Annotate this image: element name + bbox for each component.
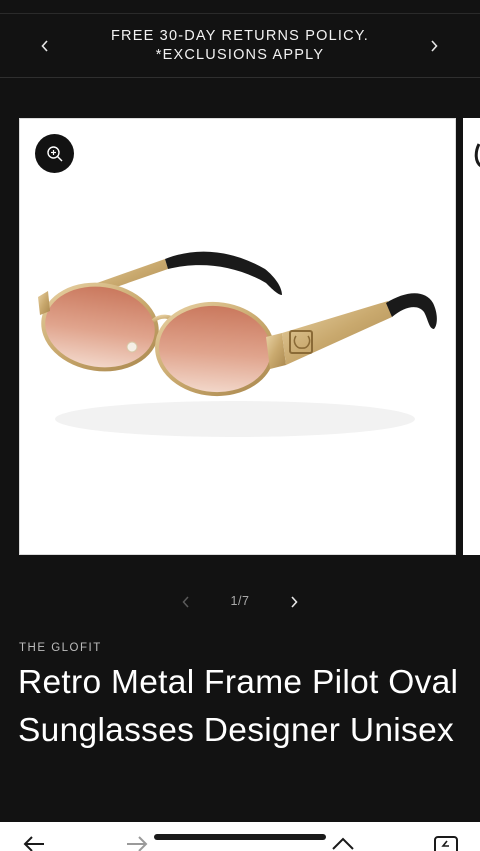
home-icon <box>332 837 354 850</box>
browser-forward-button[interactable] <box>125 835 149 851</box>
product-image-slide[interactable] <box>19 118 456 555</box>
chevron-right-icon <box>431 40 438 52</box>
chevron-left-icon <box>41 40 48 52</box>
tabs-icon <box>434 836 458 851</box>
announcement-prev-button[interactable] <box>35 34 55 58</box>
slider-prev-button[interactable] <box>176 592 196 612</box>
browser-back-button[interactable] <box>22 835 46 851</box>
chevron-right-icon <box>291 596 298 608</box>
zoom-button[interactable] <box>35 134 74 173</box>
status-strip <box>0 0 480 14</box>
browser-bottom-bar <box>0 822 480 851</box>
slider-controls: 1/7 <box>0 588 480 616</box>
home-indicator[interactable] <box>154 834 326 840</box>
sunglasses-product-photo <box>38 251 437 437</box>
chevron-left-icon <box>182 596 189 608</box>
slide-counter: 1/7 <box>230 594 250 608</box>
back-arrow-icon <box>23 836 44 851</box>
slider-next-button[interactable] <box>284 592 304 612</box>
forward-arrow-icon <box>127 836 148 851</box>
zoom-in-icon <box>46 145 62 161</box>
announcement-text: FREE 30-DAY RETURNS POLICY. *EXCLUSIONS … <box>110 28 370 63</box>
next-image-peek <box>474 143 480 168</box>
browser-tabs-button[interactable] <box>433 835 459 851</box>
browser-home-button[interactable] <box>330 835 356 851</box>
next-product-image-slide[interactable] <box>463 118 480 555</box>
announcement-next-button[interactable] <box>424 34 444 58</box>
product-title: Retro Metal Frame Pilot Oval Sunglasses … <box>18 664 459 749</box>
product-gallery[interactable] <box>0 118 480 556</box>
announcement-bar: FREE 30-DAY RETURNS POLICY. *EXCLUSIONS … <box>0 15 480 78</box>
product-vendor: THE GLOFIT <box>19 642 102 654</box>
